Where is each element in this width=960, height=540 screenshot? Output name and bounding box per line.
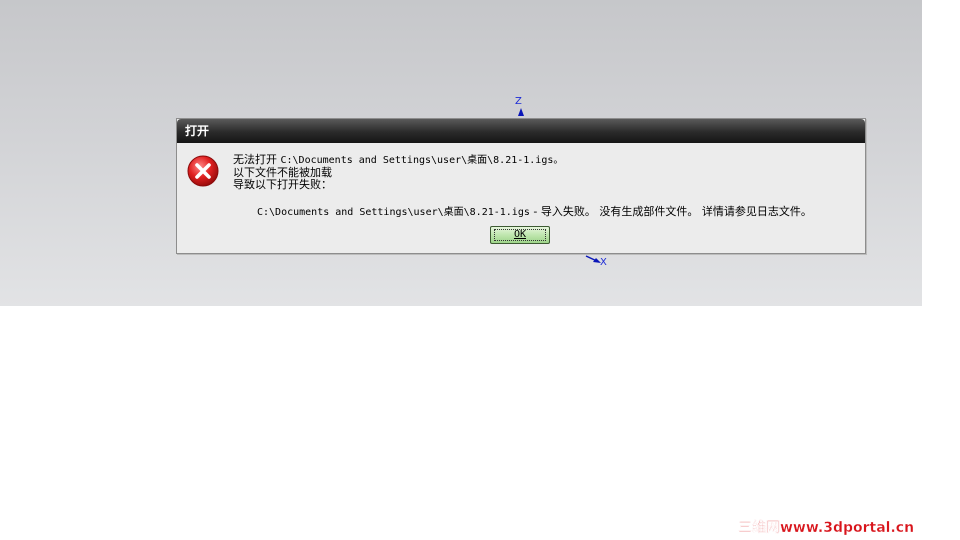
axis-z-arrow-icon <box>518 108 524 116</box>
error-message: 无法打开 C:\Documents and Settings\user\桌面\8… <box>233 154 563 191</box>
watermark-logo: 三维网www.3dportal.cn <box>738 519 914 536</box>
axis-x-label: X <box>600 257 607 268</box>
error-icon <box>187 155 219 187</box>
message-prefix: 无法打开 <box>233 153 281 166</box>
detail-message: - 导入失败。 没有生成部件文件。 详情请参见日志文件。 <box>529 205 812 218</box>
error-detail: C:\Documents and Settings\user\桌面\8.21-1… <box>257 203 812 219</box>
message-file-path: C:\Documents and Settings\user\桌面\8.21-1… <box>280 155 564 166</box>
dialog-title[interactable]: 打开 <box>177 119 865 143</box>
ok-button-label: OK <box>513 229 527 240</box>
svg-text:三维网www.3dportal.cn: 三维网www.3dportal.cn <box>738 519 914 536</box>
message-line-3: 导致以下打开失败： <box>233 178 332 191</box>
dialog-body: 无法打开 C:\Documents and Settings\user\桌面\8… <box>177 143 865 253</box>
axis-z-label: Z <box>515 96 522 107</box>
detail-file-path: C:\Documents and Settings\user\桌面\8.21-1… <box>257 207 530 218</box>
ok-button[interactable]: OK <box>490 226 550 244</box>
open-error-dialog: 打开 无法打开 C:\Documents and Settings\user\桌… <box>176 118 866 254</box>
